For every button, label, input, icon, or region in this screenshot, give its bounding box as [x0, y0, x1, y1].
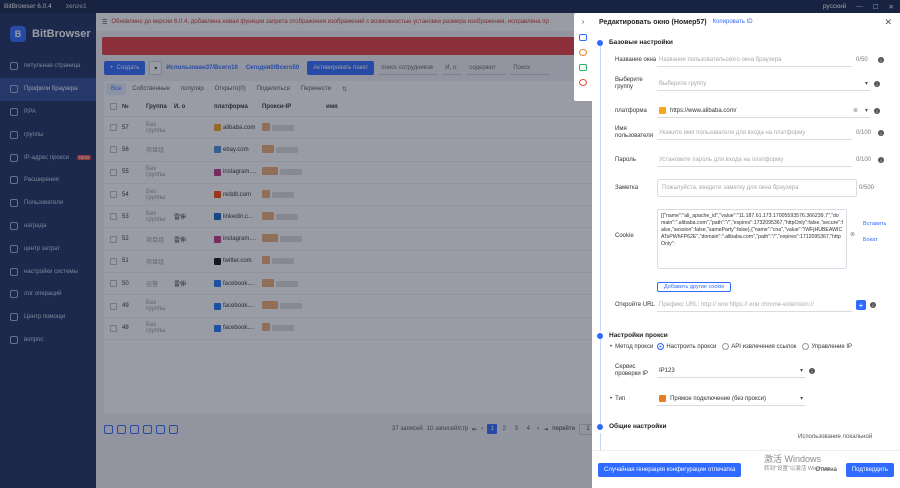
section-title: Базовые настройки [609, 39, 673, 46]
collapse-chevron-icon[interactable]: › [582, 19, 584, 26]
section-title: Общие настройки [609, 423, 667, 430]
field-label: Сервис проверки IP [615, 364, 649, 377]
field-label: Cookie [615, 233, 634, 239]
chevron-down-icon: ▾ [799, 368, 803, 374]
platform-row: платформа https://www.alibaba.com/ ⊗ ▾ i [615, 104, 880, 118]
monitor-icon[interactable] [579, 34, 587, 41]
add-cookie-row: Добавить другие cookie [657, 282, 732, 292]
chevron-down-icon: ▾ [800, 396, 804, 402]
password-row: Пароль Установите пароль для входа на пл… [615, 153, 884, 167]
timeline-line [599, 336, 601, 428]
field-label: Откройте URL [615, 301, 655, 308]
field-label: Пароль [615, 156, 636, 163]
add-cookie-button[interactable]: Добавить другие cookie [657, 282, 732, 292]
radio-icon [722, 343, 730, 350]
proxy-method-api[interactable]: API извлечения ссылок [722, 343, 796, 350]
local-cache-hint: Использование локальной [798, 434, 873, 440]
section-title: Настройки прокси [609, 332, 668, 339]
cookie-format-link[interactable]: Бокат [863, 237, 886, 243]
quick-actions-bar: › [574, 13, 592, 101]
info-icon[interactable]: i [874, 108, 880, 114]
close-icon[interactable]: ✕ [884, 17, 892, 28]
copy-id-link[interactable]: Копировать ID [713, 19, 753, 25]
proxy-method-custom[interactable]: Настроить прокси [657, 343, 716, 350]
clear-icon[interactable]: ⊗ [853, 107, 858, 114]
panel-header: Редактировать окно (Номер57) Копировать … [592, 13, 900, 31]
camera-icon[interactable] [579, 64, 587, 71]
username-row: Имя пользователя Укажите имя пользовател… [615, 126, 884, 140]
info-icon[interactable]: i [809, 368, 815, 374]
password-input[interactable]: Установите пароль для входа на платформу [657, 153, 852, 167]
info-icon[interactable]: i [878, 130, 884, 136]
proxy-type-row: • Тип Прямое подключение (без прокси) ▾ [610, 392, 806, 406]
open-url-input[interactable]: Префикс URL: http:// или https:// или ch… [657, 298, 852, 312]
info-icon[interactable]: i [874, 81, 880, 87]
group-select[interactable]: Выберите группу ▾ [657, 77, 870, 91]
fingerprint-icon[interactable] [579, 79, 587, 86]
alibaba-icon [659, 107, 666, 114]
ip-check-select[interactable]: IP123 ▾ [657, 364, 805, 378]
proxy-method-ip-manage[interactable]: Управление IP [802, 343, 852, 350]
section-dot [597, 423, 603, 430]
add-url-button[interactable]: + [856, 300, 866, 310]
field-label: Выберите группу [615, 77, 643, 90]
field-label: Заметка [615, 184, 639, 191]
note-textarea[interactable]: Пожалуйста, введите заметку для окна бра… [657, 179, 857, 197]
field-label: Тип [615, 396, 626, 402]
char-count: 0/100 [856, 130, 872, 136]
direct-connection-icon [659, 395, 667, 402]
field-label: Имя пользователя [615, 126, 653, 139]
username-input[interactable]: Укажите имя пользователя для входа на пл… [657, 126, 852, 140]
timeline-line [599, 43, 601, 331]
general-settings-section: Общие настройки [597, 423, 667, 430]
char-count: 0/50 [856, 57, 868, 63]
confirm-button[interactable]: Подтвердить [845, 462, 894, 477]
char-count: 0/100 [856, 157, 872, 163]
required-star: • [610, 396, 613, 402]
panel-title: Редактировать окно (Номер57) [599, 18, 707, 26]
required-star: • [610, 343, 613, 350]
info-icon[interactable]: i [870, 302, 876, 308]
basic-settings-section: Базовые настройки [597, 39, 673, 46]
field-label: Метод прокси [615, 343, 654, 350]
edit-window-panel: Редактировать окно (Номер57) Копировать … [592, 13, 900, 488]
open-url-row: Откройте URL Префикс URL: http:// или ht… [615, 298, 876, 312]
proxy-type-select[interactable]: Прямое подключение (без прокси) ▾ [657, 392, 806, 406]
radio-icon [802, 343, 810, 350]
cookie-icon[interactable] [579, 49, 587, 56]
proxy-method-row: • Метод прокси Настроить прокси API извл… [610, 343, 852, 350]
chevron-down-icon: ▾ [864, 108, 868, 114]
random-fingerprint-button[interactable]: Случайная генерация конфигурации отпечат… [598, 462, 742, 477]
proxy-settings-section: Настройки прокси [597, 332, 668, 339]
window-name-input[interactable]: Название пользовательского окна браузера [657, 53, 852, 67]
panel-footer: Случайная генерация конфигурации отпечат… [592, 450, 900, 488]
char-count: 0/500 [859, 185, 875, 191]
chevron-down-icon: ▾ [864, 81, 868, 87]
ip-check-row: Сервис проверки IP IP123 ▾ i [615, 364, 815, 378]
radio-icon [657, 343, 665, 350]
info-icon[interactable]: i [878, 157, 884, 163]
field-label: Название окна [615, 56, 657, 63]
cookie-insert-link[interactable]: Вставить [863, 221, 886, 227]
section-dot [597, 332, 603, 339]
note-row: Заметка Пожалуйста, введите заметку для … [615, 179, 877, 197]
window-name-row: Название окна Название пользовательского… [615, 53, 884, 67]
cookie-row: Cookie [{"name":"ali_apache_id","value":… [615, 209, 886, 269]
platform-select[interactable]: https://www.alibaba.com/ ⊗ ▾ [657, 104, 870, 118]
info-icon[interactable]: i [878, 57, 884, 63]
timeline-line [599, 433, 601, 450]
section-dot [597, 39, 603, 46]
cookie-textarea[interactable]: [{"name":"ali_apache_id","value":"11.187… [657, 209, 847, 269]
clear-cookie-icon[interactable]: ⊗ [850, 231, 855, 238]
field-label: платформа [615, 107, 647, 114]
group-row: Выберите группу Выберите группу ▾ i [615, 77, 880, 91]
windows-watermark: 激活 Windows 转到"设置"以激活 Windows。 [764, 454, 836, 472]
